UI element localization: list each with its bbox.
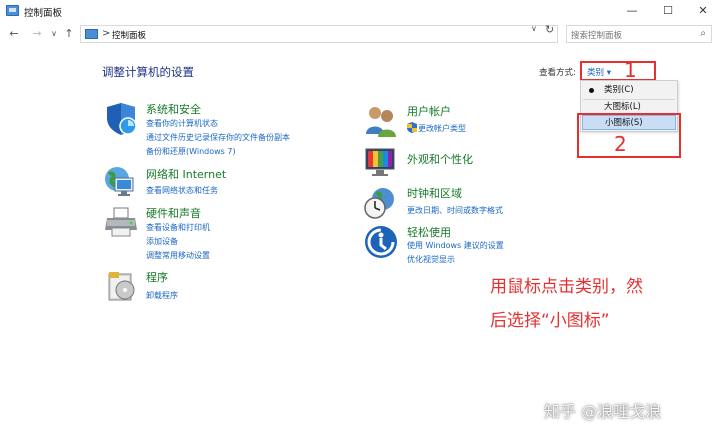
network-globe-icon[interactable]: [103, 164, 137, 198]
printer-icon[interactable]: [104, 206, 138, 240]
navigation-bar: ← → ∨ ↑ > 控制面板 ∨ ↻ 搜索控制面板 ⌕: [0, 22, 720, 46]
shield-icon[interactable]: [104, 102, 138, 136]
appearance-icon[interactable]: [364, 145, 398, 179]
back-arrow-icon[interactable]: ←: [7, 27, 21, 40]
close-button[interactable]: ✕: [688, 2, 718, 20]
search-placeholder: 搜索控制面板: [571, 31, 623, 41]
ease-of-access-icon[interactable]: [364, 225, 398, 259]
category-title-user-accounts[interactable]: 用户帐户: [407, 103, 451, 119]
link-change-account-type[interactable]: 更改帐户类型: [418, 123, 466, 134]
search-input[interactable]: 搜索控制面板 ⌕: [566, 25, 712, 43]
category-title-hardware-sound[interactable]: 硬件和声音: [146, 205, 201, 221]
users-icon[interactable]: [364, 104, 398, 138]
category-title-clock-region[interactable]: 时钟和区域: [407, 185, 462, 201]
annotation-box-1: [580, 61, 656, 81]
page-title: 调整计算机的设置: [102, 65, 194, 79]
annotation-number-2: 2: [614, 132, 627, 156]
menu-item-category[interactable]: 类别(C): [582, 83, 676, 98]
title-bar: 控制面板 — ☐ ✕: [0, 0, 720, 22]
address-bar[interactable]: > 控制面板: [80, 25, 558, 43]
search-icon[interactable]: ⌕: [700, 28, 706, 39]
clock-globe-icon[interactable]: [363, 186, 397, 220]
link-uninstall-program[interactable]: 卸载程序: [146, 290, 178, 301]
recent-locations-dropdown-icon[interactable]: ∨: [47, 29, 61, 38]
menu-item-label: 类别(C): [604, 85, 634, 95]
address-dropdown-icon[interactable]: ∨: [531, 24, 537, 33]
link-view-computer-status[interactable]: 查看你的计算机状态: [146, 118, 218, 129]
uac-shield-icon: [407, 122, 417, 133]
watermark: 知乎 @浪哩戈浪: [544, 402, 662, 421]
annotation-number-1: 1: [624, 58, 637, 82]
category-title-programs[interactable]: 程序: [146, 269, 168, 285]
annotation-box-2: [577, 113, 681, 158]
window-title: 控制面板: [24, 8, 63, 19]
refresh-icon[interactable]: ↻: [545, 23, 554, 36]
link-mobility-settings[interactable]: 调整常用移动设置: [146, 250, 210, 261]
minimize-button[interactable]: —: [617, 2, 647, 20]
link-backup-restore[interactable]: 备份和还原(Windows 7): [146, 146, 236, 157]
control-panel-icon: [6, 5, 19, 16]
view-by-label: 查看方式:: [539, 68, 576, 78]
category-title-appearance[interactable]: 外观和个性化: [407, 151, 473, 167]
link-add-device[interactable]: 添加设备: [146, 236, 178, 247]
link-file-history-backup[interactable]: 通过文件历史记录保存你的文件备份副本: [146, 132, 290, 143]
breadcrumb-separator: >: [102, 28, 111, 39]
annotation-instruction-line1: 用鼠标点击类别，然: [490, 277, 643, 297]
category-title-system-security[interactable]: 系统和安全: [146, 101, 201, 117]
up-arrow-icon[interactable]: ↑: [62, 27, 76, 40]
category-title-ease-of-access[interactable]: 轻松使用: [407, 224, 451, 240]
maximize-button[interactable]: ☐: [653, 2, 683, 20]
radio-bullet-icon: [589, 88, 594, 93]
forward-arrow-icon[interactable]: →: [30, 27, 44, 40]
annotation-instruction-line2: 后选择“小图标”: [490, 311, 610, 331]
programs-icon[interactable]: [105, 270, 139, 304]
link-windows-recommended-settings[interactable]: 使用 Windows 建议的设置: [407, 240, 504, 251]
category-title-network-internet[interactable]: 网络和 Internet: [146, 166, 226, 182]
menu-item-label: 大图标(L): [604, 102, 641, 112]
link-view-devices-printers[interactable]: 查看设备和打印机: [146, 222, 210, 233]
link-change-date-time-format[interactable]: 更改日期、时间或数字格式: [407, 205, 503, 216]
link-view-network-status[interactable]: 查看网络状态和任务: [146, 185, 218, 196]
control-panel-small-icon: [85, 29, 98, 39]
link-optimize-visual-display[interactable]: 优化视觉显示: [407, 254, 455, 265]
breadcrumb-control-panel[interactable]: 控制面板: [112, 29, 146, 41]
